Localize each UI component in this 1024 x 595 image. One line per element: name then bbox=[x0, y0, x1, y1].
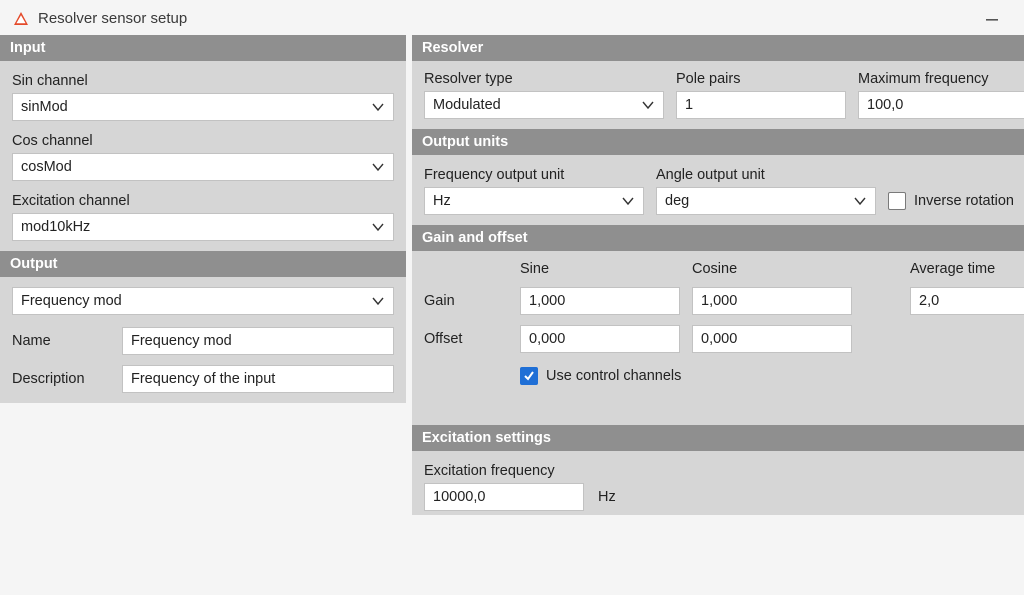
section-gap bbox=[412, 395, 1024, 425]
resolver-type-select[interactable]: Modulated bbox=[424, 91, 664, 119]
minimize-button[interactable] bbox=[972, 8, 1012, 29]
inverse-rotation-checkbox[interactable] bbox=[888, 192, 906, 210]
output-name-value: Frequency mod bbox=[131, 333, 385, 349]
cos-channel-select[interactable]: cosMod bbox=[12, 153, 394, 181]
offset-sine-field[interactable]: 0,000 bbox=[520, 325, 680, 353]
section-header-output: Output bbox=[0, 251, 406, 277]
offset-cosine-value: 0,000 bbox=[701, 331, 843, 347]
section-header-input: Input bbox=[0, 35, 406, 61]
offset-row-label: Offset bbox=[424, 331, 508, 347]
chevron-down-icon bbox=[853, 194, 867, 208]
sin-channel-label: Sin channel bbox=[12, 73, 394, 89]
output-description-field[interactable]: Frequency of the input bbox=[122, 365, 394, 393]
average-time-value: 2,0 bbox=[919, 293, 1024, 309]
chevron-down-icon bbox=[621, 194, 635, 208]
output-channel-select[interactable]: Frequency mod bbox=[12, 287, 394, 315]
average-time-header: Average time bbox=[910, 261, 1024, 277]
excitation-frequency-unit: Hz bbox=[594, 483, 620, 511]
cos-channel-label: Cos channel bbox=[12, 133, 394, 149]
section-header-output-units: Output units bbox=[412, 129, 1024, 155]
sin-channel-value: sinMod bbox=[21, 99, 371, 115]
chevron-down-icon bbox=[641, 98, 655, 112]
output-name-label: Name bbox=[12, 333, 114, 349]
gain-sine-field[interactable]: 1,000 bbox=[520, 287, 680, 315]
output-description-label: Description bbox=[12, 371, 114, 387]
sin-channel-select[interactable]: sinMod bbox=[12, 93, 394, 121]
chevron-down-icon bbox=[371, 220, 385, 234]
chevron-down-icon bbox=[371, 294, 385, 308]
sine-column-header: Sine bbox=[520, 261, 680, 277]
use-control-channels-checkbox[interactable] bbox=[520, 367, 538, 385]
excitation-frequency-field[interactable]: 10000,0 bbox=[424, 483, 584, 511]
excitation-frequency-label: Excitation frequency bbox=[424, 463, 1024, 479]
average-time-field[interactable]: 2,0 bbox=[910, 287, 1024, 315]
output-channel-value: Frequency mod bbox=[21, 293, 371, 309]
section-header-resolver: Resolver bbox=[412, 35, 1024, 61]
gain-cosine-field[interactable]: 1,000 bbox=[692, 287, 852, 315]
excitation-channel-label: Excitation channel bbox=[12, 193, 394, 209]
excitation-frequency-value: 10000,0 bbox=[433, 489, 575, 505]
angle-output-unit-select[interactable]: deg bbox=[656, 187, 876, 215]
pole-pairs-label: Pole pairs bbox=[676, 71, 846, 87]
titlebar: Resolver sensor setup bbox=[0, 0, 1024, 35]
frequency-output-unit-value: Hz bbox=[433, 193, 621, 209]
app-triangle-icon bbox=[12, 10, 30, 28]
gain-row-label: Gain bbox=[424, 293, 508, 309]
inverse-rotation-label: Inverse rotation bbox=[914, 193, 1014, 209]
angle-output-unit-value: deg bbox=[665, 193, 853, 209]
max-frequency-label: Maximum frequency bbox=[858, 71, 1024, 87]
frequency-output-unit-label: Frequency output unit bbox=[424, 167, 644, 183]
chevron-down-icon bbox=[371, 100, 385, 114]
cosine-column-header: Cosine bbox=[692, 261, 852, 277]
offset-cosine-field[interactable]: 0,000 bbox=[692, 325, 852, 353]
excitation-channel-select[interactable]: mod10kHz bbox=[12, 213, 394, 241]
output-description-value: Frequency of the input bbox=[131, 371, 385, 387]
resolver-type-value: Modulated bbox=[433, 97, 641, 113]
use-control-channels-label: Use control channels bbox=[546, 368, 681, 384]
cos-channel-value: cosMod bbox=[21, 159, 371, 175]
max-frequency-value: 100,0 bbox=[867, 97, 1023, 113]
resolver-type-label: Resolver type bbox=[424, 71, 664, 87]
section-header-excitation: Excitation settings bbox=[412, 425, 1024, 451]
angle-output-unit-label: Angle output unit bbox=[656, 167, 876, 183]
max-frequency-field[interactable]: 100,0 bbox=[858, 91, 1024, 119]
chevron-down-icon bbox=[371, 160, 385, 174]
excitation-channel-value: mod10kHz bbox=[21, 219, 371, 235]
section-header-gain-offset: Gain and offset bbox=[412, 225, 1024, 251]
window-title: Resolver sensor setup bbox=[38, 10, 187, 27]
offset-sine-value: 0,000 bbox=[529, 331, 671, 347]
pole-pairs-value: 1 bbox=[685, 97, 837, 113]
frequency-output-unit-select[interactable]: Hz bbox=[424, 187, 644, 215]
pole-pairs-field[interactable]: 1 bbox=[676, 91, 846, 119]
gain-cosine-value: 1,000 bbox=[701, 293, 843, 309]
gain-sine-value: 1,000 bbox=[529, 293, 671, 309]
output-name-field[interactable]: Frequency mod bbox=[122, 327, 394, 355]
